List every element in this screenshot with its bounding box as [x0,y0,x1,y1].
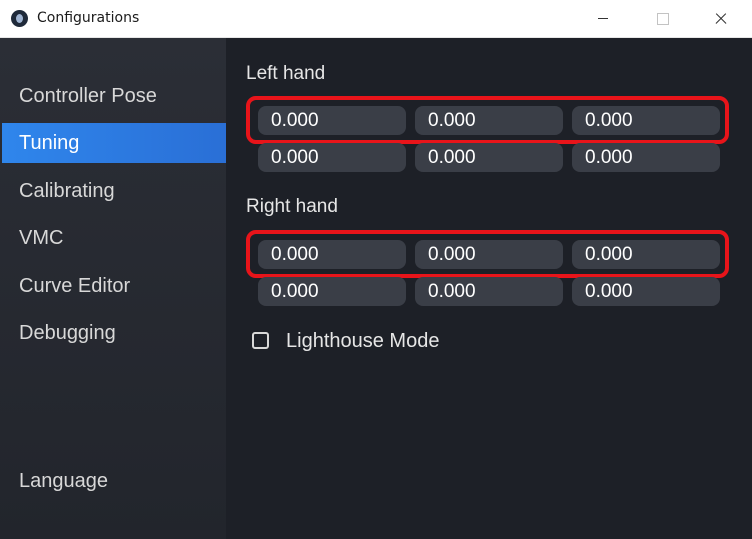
left-hand-row1-highlight [246,96,729,144]
minimize-button[interactable] [580,0,626,38]
right-hand-row2-field-1[interactable]: 0.000 [258,277,406,306]
app-icon [11,10,28,27]
tuning-panel: Left hand 0.000 0.000 0.000 0.000 0.000 … [226,38,752,539]
sidebar-item-curve-editor[interactable]: Curve Editor [0,266,226,306]
window-title: Configurations [37,10,140,26]
lighthouse-mode-checkbox[interactable] [252,332,269,349]
close-button[interactable] [698,0,744,38]
right-hand-label: Right hand [246,196,338,217]
maximize-button[interactable] [639,0,685,38]
sidebar-item-language[interactable]: Language [0,461,226,501]
lighthouse-mode-label[interactable]: Lighthouse Mode [286,330,439,353]
sidebar-item-debugging[interactable]: Debugging [0,313,226,353]
left-hand-row2-field-2[interactable]: 0.000 [415,143,563,172]
sidebar-item-vmc[interactable]: VMC [0,218,226,258]
sidebar-item-calibrating[interactable]: Calibrating [0,171,226,211]
left-hand-row2-field-3[interactable]: 0.000 [572,143,720,172]
right-hand-row2-field-3[interactable]: 0.000 [572,277,720,306]
title-bar[interactable]: Configurations [0,0,752,38]
right-hand-row2-field-2[interactable]: 0.000 [415,277,563,306]
configurations-window: Configurations Controller Pose Tuning Ca… [0,0,752,539]
left-hand-label: Left hand [246,63,326,84]
left-hand-row2-field-1[interactable]: 0.000 [258,143,406,172]
sidebar-item-controller-pose[interactable]: Controller Pose [0,76,226,116]
sidebar: Controller Pose Tuning Calibrating VMC C… [0,38,226,539]
sidebar-item-tuning[interactable]: Tuning [2,123,226,163]
right-hand-row1-highlight [246,230,729,278]
